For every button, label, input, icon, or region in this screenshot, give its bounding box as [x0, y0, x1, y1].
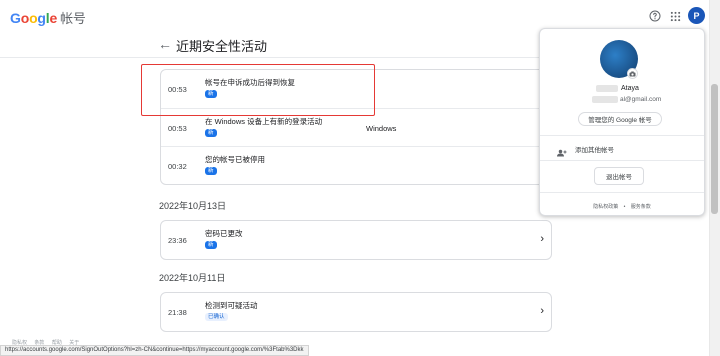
activity-label: 密码已更改 [205, 229, 243, 238]
sign-out-button[interactable]: 退出帐号 [594, 167, 644, 185]
popup-divider [540, 192, 704, 193]
privacy-policy-link[interactable]: 隐私权政策 [593, 204, 618, 210]
activity-time: 00:32 [168, 162, 187, 171]
popup-divider [540, 135, 704, 136]
popup-divider [540, 160, 704, 161]
camera-icon[interactable] [627, 68, 638, 79]
redacted-name [596, 85, 618, 92]
activity-row[interactable]: 21:38 检测到可疑活动 已确认 › [161, 293, 551, 331]
page-title: 近期安全性活动 [176, 39, 268, 54]
confirmed-badge: 已确认 [205, 313, 228, 321]
chevron-right-icon: › [540, 305, 544, 317]
new-badge: 新 [205, 129, 217, 137]
red-annotation-box [141, 64, 375, 116]
status-bar-url: https://accounts.google.com/SignOutOptio… [0, 345, 309, 356]
header-title: 帐号 [60, 11, 86, 26]
apps-grid-icon[interactable] [666, 7, 684, 25]
logo-letter: g [37, 10, 46, 26]
google-account-logo[interactable]: Google 帐号 [10, 8, 86, 27]
header-divider [0, 57, 540, 58]
account-avatar-button[interactable]: P [688, 7, 705, 24]
page: Google 帐号 P ← 近期安全性活动 00:53 帐号在申诉成功后得到恢复 … [0, 0, 720, 356]
logo-letter: o [20, 10, 30, 26]
back-arrow-icon[interactable]: ← [158, 36, 172, 52]
user-email: al@gmail.com [620, 96, 662, 103]
date-heading: 2022年10月13日 [159, 201, 227, 211]
new-badge: 新 [205, 241, 217, 249]
activity-time: 21:38 [168, 308, 187, 317]
help-circle-icon[interactable] [646, 7, 664, 25]
chevron-right-icon: › [540, 233, 544, 245]
date-heading: 2022年10月11日 [159, 273, 226, 283]
logo-letter: e [49, 10, 58, 26]
logo-letter: o [29, 10, 38, 26]
new-badge: 新 [205, 167, 217, 175]
footer-separator: • [623, 204, 626, 210]
activity-time: 00:53 [168, 124, 187, 133]
activity-device: Windows [366, 124, 397, 133]
activity-label: 在 Windows 设备上有新的登录活动 [205, 117, 323, 126]
activity-row[interactable]: 23:36 密码已更改 新 › [161, 221, 551, 259]
activity-card: 23:36 密码已更改 新 › [160, 220, 552, 260]
activity-card: 21:38 检测到可疑活动 已确认 › [160, 292, 552, 332]
activity-row[interactable]: 00:32 您的帐号已被停用 新 › [161, 146, 551, 184]
add-account-label: 添加其他帐号 [575, 147, 614, 154]
manage-account-button[interactable]: 管理您的 Google 帐号 [578, 112, 662, 126]
scrollbar-thumb[interactable] [711, 84, 718, 214]
add-account-item[interactable]: 添加其他帐号 [540, 137, 704, 159]
popup-footer: 隐私权政策 • 服务条款 [540, 203, 704, 210]
terms-link[interactable]: 服务条款 [631, 204, 651, 210]
activity-label: 您的帐号已被停用 [205, 155, 265, 164]
account-popup: Ataya al@gmail.com 管理您的 Google 帐号 添加其他帐号… [539, 28, 705, 216]
activity-time: 23:36 [168, 236, 187, 245]
activity-label: 检测到可疑活动 [205, 301, 258, 310]
redacted-email [592, 96, 618, 103]
logo-letter: G [10, 10, 21, 26]
user-name: Ataya [621, 85, 639, 92]
